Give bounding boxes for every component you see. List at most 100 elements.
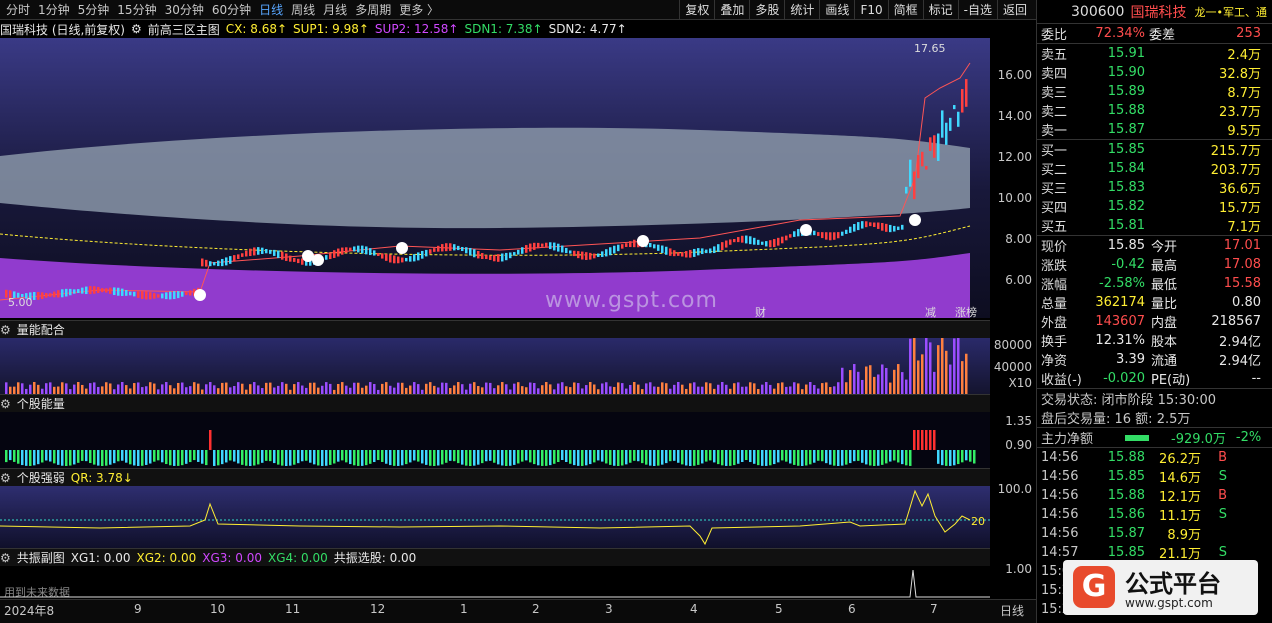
logo-url: www.gspt.com (1125, 596, 1213, 610)
volume-panel-title[interactable]: 量能配合 (17, 321, 65, 338)
stock-title: 国瑞科技 (日线,前复权) (0, 22, 125, 37)
stat-row: 换手 12.31% 股本 2.94亿 (1041, 333, 1261, 350)
sdn2-value: SDN2: 4.77↑ (548, 22, 627, 36)
period-tab[interactable]: 日线 (259, 2, 283, 18)
mark-jian: 减 (925, 306, 936, 318)
stat-row: 外盘 143607 内盘 218567 (1041, 314, 1261, 331)
xg2-value: XG2: 0.00 (136, 550, 197, 565)
tool-button[interactable]: 叠加 (714, 0, 749, 20)
tool-button[interactable]: 简框 (887, 0, 923, 20)
quote-stats: 现价 15.85 今开 17.01 涨跌 -0.42 最高 17.08 涨幅 -2.58% 最低 15… (1037, 236, 1272, 388)
indicator-name[interactable]: 前高三区主图 (148, 21, 220, 38)
tick-row: 14:56 15.86 11.1万 S (1041, 507, 1227, 524)
strength-panel-title[interactable]: 个股强弱 (17, 469, 65, 486)
period-tab[interactable]: 5分钟 (78, 2, 110, 18)
tool-button[interactable]: 多股 (749, 0, 784, 20)
tick-row: 14:56 15.88 12.1万 B (1041, 488, 1227, 505)
main-flow-bar (1125, 434, 1149, 441)
tool-button[interactable]: 画线 (819, 0, 854, 20)
resonance-panel[interactable]: 用到未来数据 (0, 566, 990, 599)
weibi-value: 72.34% (1095, 26, 1145, 41)
xg3-value: XG3: 0.00 (202, 550, 262, 565)
energy-panel-title[interactable]: 个股能量 (17, 395, 65, 412)
strength-y-axis: 100.0 (997, 482, 1032, 496)
order-row[interactable]: 买五 15.81 7.1万 (1037, 216, 1272, 235)
order-row[interactable]: 卖四 15.90 32.8万 (1037, 63, 1272, 82)
order-row[interactable]: 卖五 15.91 2.4万 (1037, 44, 1272, 63)
stat-row: 净资 3.39 流通 2.94亿 (1041, 352, 1261, 369)
main-flow-label: 主力净额 (1041, 432, 1094, 447)
tool-button[interactable]: -自选 (957, 0, 997, 20)
tool-buttons: 复权 叠加 多股 统计 画线 F10 简框 标记 -自选 返回 (679, 0, 1032, 20)
tool-button[interactable]: 统计 (784, 0, 819, 20)
mark-cai: 财 (755, 305, 766, 318)
after-hours: 盘后交易量: 16 额: 2.5万 (1041, 412, 1191, 427)
stock-sectors: 龙一•军工、通 (1194, 5, 1267, 19)
tool-button[interactable]: F10 (854, 0, 887, 20)
stock-code: 300600 (1071, 3, 1125, 20)
candlestick-chart[interactable]: 17.65 5.00 财 减 涨榜 (0, 38, 990, 319)
main-flow-pct: -2% (1235, 430, 1262, 445)
mark-zhangbang: 涨榜 (955, 305, 977, 318)
cx-value: CX: 8.68↑ (225, 22, 288, 36)
sup1-value: SUP1: 9.98↑ (293, 22, 369, 36)
order-row[interactable]: 卖三 15.89 8.7万 (1037, 82, 1272, 101)
gear-icon[interactable]: ⚙ (131, 22, 142, 36)
logo-glyph: G (1073, 566, 1115, 608)
sup2-value: SUP2: 12.58↑ (374, 22, 459, 36)
period-tab[interactable]: 月线 (323, 2, 347, 18)
order-row[interactable]: 买四 15.82 15.7万 (1037, 197, 1272, 216)
strength-line-label: 20 (971, 515, 985, 528)
high-label: 17.65 (914, 42, 946, 55)
xg4-value: XG4: 0.00 (267, 550, 328, 565)
resonance-pick-value: 共振选股: 0.00 (333, 551, 417, 565)
stat-row: 现价 15.85 今开 17.01 (1041, 238, 1261, 255)
weicha-value: 253 (1236, 26, 1261, 41)
order-row[interactable]: 卖二 15.88 23.7万 (1037, 101, 1272, 120)
gear-icon[interactable]: ⚙ (0, 551, 11, 565)
tick-row: 14:56 15.85 14.6万 S (1041, 469, 1227, 486)
order-row[interactable]: 买一 15.85 215.7万 (1037, 140, 1272, 159)
tool-button[interactable]: 复权 (679, 0, 714, 20)
gear-icon[interactable]: ⚙ (0, 323, 11, 337)
sell-orders: 卖五 15.91 2.4万 卖四 15.90 32.8万 卖三 15.89 8.7万 卖二 15.8… (1037, 44, 1272, 139)
energy-bars (5, 430, 976, 466)
tool-button[interactable]: 标记 (922, 0, 958, 20)
period-tab[interactable]: 60分钟 (212, 2, 251, 18)
strength-panel[interactable]: 20 (0, 486, 990, 548)
qr-value: QR: 3.78↓ (70, 470, 133, 485)
period-tab[interactable]: 15分钟 (117, 2, 156, 18)
energy-y-axis: 1.35 0.90 (1005, 414, 1032, 452)
period-tab[interactable]: 分时 (6, 2, 30, 18)
energy-panel-header: ⚙ 个股能量 (0, 394, 990, 412)
energy-panel[interactable] (0, 412, 990, 468)
gear-icon[interactable]: ⚙ (0, 471, 11, 485)
tick-row: 14:56 15.87 8.9万 (1041, 526, 1201, 543)
main-chart-header: 国瑞科技 (日线,前复权) ⚙ 前高三区主图 CX: 8.68↑ SUP1: 9… (0, 20, 990, 38)
period-tab[interactable]: 更多 〉 (399, 2, 439, 18)
period-tab[interactable]: 周线 (291, 2, 315, 18)
order-row[interactable]: 卖一 15.87 9.5万 (1037, 120, 1272, 139)
sdn1-value: SDN1: 7.38↑ (464, 22, 543, 36)
gear-icon[interactable]: ⚙ (0, 397, 11, 411)
resonance-y-axis: 1.00 (1005, 562, 1032, 576)
main-flow-value: -929.0万 (1171, 432, 1226, 447)
resonance-panel-title[interactable]: 共振副图 (17, 549, 65, 566)
order-row[interactable]: 买二 15.84 203.7万 (1037, 159, 1272, 178)
period-tab[interactable]: 1分钟 (38, 2, 70, 18)
period-tab[interactable]: 多周期 (355, 2, 391, 18)
period-tabs: 分时 1分钟 5分钟 15分钟 30分钟 60分钟 日线 周线 月线 多周期 更多 〉 (6, 2, 447, 18)
top-toolbar: 分时 1分钟 5分钟 15分钟 30分钟 60分钟 日线 周线 月线 多周期 更多 〉 复权 叠加 多股… (0, 0, 1036, 20)
stat-row: 涨幅 -2.58% 最低 15.58 (1041, 276, 1261, 293)
resonance-panel-header: ⚙ 共振副图 XG1: 0.00 XG2: 0.00 XG3: 0.00 XG4… (0, 548, 990, 566)
period-tab[interactable]: 30分钟 (165, 2, 204, 18)
trade-status: 交易状态: 闭市阶段 15:30:00 (1041, 393, 1217, 408)
volume-panel[interactable] (0, 334, 990, 394)
volume-panel-header: ⚙ 量能配合 (0, 320, 990, 338)
resonance-line (0, 569, 990, 598)
tool-button[interactable]: 返回 (996, 0, 1032, 20)
logo-title: 公式平台 (1125, 570, 1221, 598)
gspt-logo: G 公式平台 www.gspt.com (1063, 560, 1258, 615)
order-row[interactable]: 买三 15.83 36.6万 (1037, 178, 1272, 197)
stat-row: 收益(-) -0.020 PE(动) -- (1041, 371, 1261, 388)
